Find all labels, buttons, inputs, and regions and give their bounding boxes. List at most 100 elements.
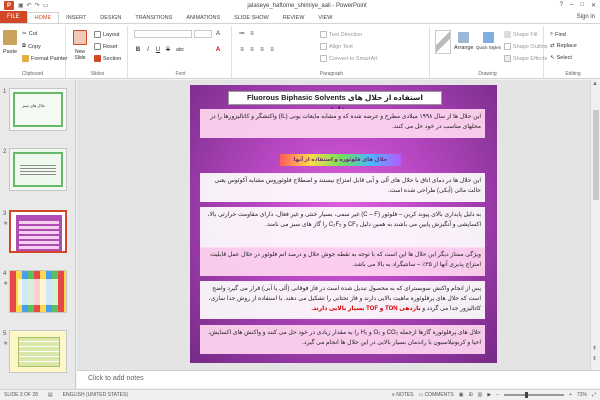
grow-font-icon[interactable]: A xyxy=(214,30,222,38)
rainbow-banner[interactable]: حلال های فلوئوره و استفاده از آنها xyxy=(280,154,401,166)
next-slide-icon[interactable]: ⇟ xyxy=(592,355,597,362)
editing-group-label: Editing xyxy=(565,71,581,77)
reading-view-icon[interactable]: ▥ xyxy=(478,392,483,398)
tab-slide-show[interactable]: SLIDE SHOW xyxy=(227,12,276,23)
find-button[interactable]: ⌕ Find xyxy=(550,31,566,38)
replace-button[interactable]: ⇄ Replace xyxy=(550,43,577,49)
tab-review[interactable]: REVIEW xyxy=(276,12,312,23)
align-text-button[interactable]: Align Text xyxy=(320,43,353,50)
slide-paragraph-5[interactable]: پس از انجام واکنش سوبسترای که به محصول ت… xyxy=(200,281,485,319)
tab-insert[interactable]: INSERT xyxy=(59,12,93,23)
slide-thumbnail-5[interactable] xyxy=(9,330,67,373)
sign-in-link[interactable]: Sign in xyxy=(577,14,600,20)
undo-icon[interactable]: ↶ xyxy=(27,2,32,9)
copy-button[interactable]: ⧉ Copy xyxy=(22,43,41,50)
zoom-level[interactable]: 73% xyxy=(577,392,587,398)
paragraph-group-label: Paragraph xyxy=(319,71,344,77)
vertical-scrollbar[interactable]: ▲ ⇞ ⇟ xyxy=(590,80,600,370)
cut-button[interactable]: ✂ Cut xyxy=(22,31,37,37)
shadow-button[interactable]: abc xyxy=(174,46,186,54)
slideshow-view-icon[interactable]: ▶ xyxy=(487,392,491,398)
status-right: ≡ NOTES ▭ COMMENTS ▣ ⊞ ▥ ▶ – + 73% ⤢ xyxy=(392,392,596,398)
align-right-icon[interactable]: ≡ xyxy=(258,46,266,54)
close-button[interactable]: ✕ xyxy=(591,2,596,9)
slide-thumbnail-4[interactable] xyxy=(9,270,67,313)
tab-animations[interactable]: ANIMATIONS xyxy=(179,12,227,23)
save-icon[interactable]: ▣ xyxy=(18,2,24,9)
shape-fill-button[interactable]: Shape Fill xyxy=(504,31,537,38)
slide-thumbnail-1[interactable]: حلال های سبز xyxy=(9,88,67,131)
spellcheck-icon[interactable]: ▤ xyxy=(48,392,53,398)
font-size-combobox[interactable] xyxy=(194,30,212,38)
section-button[interactable]: Section xyxy=(94,55,121,62)
new-slide-button[interactable]: New Slide xyxy=(71,30,89,61)
underline-button[interactable]: U xyxy=(154,46,162,54)
slide-paragraph-2[interactable]: این حلال ها در دمای اتاق با حلال های آلی… xyxy=(200,173,485,202)
tab-file[interactable]: FILE xyxy=(0,11,27,23)
cursor-icon: ↖ xyxy=(550,55,555,61)
tab-design[interactable]: DESIGN xyxy=(93,12,128,23)
thumbnail-number: 5 xyxy=(3,331,7,337)
zoom-in-icon[interactable]: + xyxy=(569,392,572,398)
fit-slide-icon[interactable]: ⤢ xyxy=(592,392,596,398)
bullets-icon[interactable]: ≔ xyxy=(238,30,246,38)
format-painter-button[interactable]: Format Painter xyxy=(22,55,67,62)
scrollbar-thumb[interactable] xyxy=(593,110,599,200)
zoom-out-icon[interactable]: – xyxy=(496,392,499,398)
scroll-up-icon[interactable]: ▲ xyxy=(592,81,598,87)
justify-icon[interactable]: ≡ xyxy=(268,46,276,54)
shape-effects-button[interactable]: Shape Effects xyxy=(504,55,547,62)
quick-styles-button[interactable]: Quick Styles xyxy=(476,32,501,50)
notes-button[interactable]: ≡ NOTES xyxy=(392,392,414,398)
numbering-icon[interactable]: ≡ xyxy=(248,30,256,38)
slide-thumbnail-panel[interactable]: 1 حلال های سبز 2 3 ★ 4 ★ 5 ★ xyxy=(0,80,76,389)
font-color-icon[interactable]: A xyxy=(214,46,222,54)
comments-button[interactable]: ▭ COMMENTS xyxy=(418,392,453,398)
paste-button[interactable]: Paste xyxy=(3,30,17,55)
minimize-button[interactable]: – xyxy=(570,2,573,9)
normal-view-icon[interactable]: ▣ xyxy=(459,392,464,398)
slide-title[interactable]: Fluorous Biphasic Solvents استفاده از حل… xyxy=(228,91,442,114)
title-bar: P ▣ ↶ ↷ ▭ jalaseye_haftome_shimiye_aali … xyxy=(0,0,600,11)
zoom-slider-knob[interactable] xyxy=(524,392,528,398)
status-bar: SLIDE 3 OF 28 ▤ ENGLISH (UNITED STATES) … xyxy=(0,389,600,400)
start-slideshow-icon[interactable]: ▭ xyxy=(43,2,49,9)
slide-paragraph-4[interactable]: ویژگی ممتاز دیگر این حلال ها این است که … xyxy=(200,247,485,276)
notes-button-label: NOTES xyxy=(396,392,414,398)
arrange-button[interactable]: Arrange xyxy=(454,32,474,51)
layout-button[interactable]: Layout xyxy=(94,31,120,38)
shape-fill-icon xyxy=(504,31,511,38)
shapes-gallery[interactable] xyxy=(435,30,451,54)
align-left-icon[interactable]: ≡ xyxy=(238,46,246,54)
select-button[interactable]: ↖ Select xyxy=(550,55,572,61)
reset-button[interactable]: Reset xyxy=(94,43,117,50)
text-direction-button[interactable]: Text Direction xyxy=(320,31,362,38)
help-button[interactable]: ? xyxy=(560,2,563,9)
slide-paragraph-3[interactable]: به دلیل پایداری بالای پیوند کربن – فلوئو… xyxy=(200,207,485,248)
zoom-slider[interactable] xyxy=(504,392,565,398)
previous-slide-icon[interactable]: ⇞ xyxy=(592,345,597,352)
slide-paragraph-1[interactable]: این حلال ها از سال ۱۹۹۸ میلادی مطرح و عر… xyxy=(200,109,485,138)
convert-to-smartart-button[interactable]: Convert to SmartArt xyxy=(320,55,378,62)
slide-sorter-icon[interactable]: ⊞ xyxy=(468,392,472,398)
font-name-combobox[interactable] xyxy=(134,30,192,38)
slide-canvas[interactable]: Fluorous Biphasic Solvents استفاده از حل… xyxy=(190,85,497,363)
align-center-icon[interactable]: ≡ xyxy=(248,46,256,54)
italic-button[interactable]: I xyxy=(144,46,152,54)
thumbnail-table xyxy=(18,337,60,367)
slide-thumbnail-2[interactable] xyxy=(9,148,67,191)
slide-paragraph-6[interactable]: حلال های پرفلوئوره گازها ازجمله CO₂ و O₂… xyxy=(200,325,485,354)
redo-icon[interactable]: ↷ xyxy=(35,2,40,9)
shape-outline-button[interactable]: Shape Outline xyxy=(504,43,548,50)
language-indicator[interactable]: ENGLISH (UNITED STATES) xyxy=(63,392,128,398)
slide-thumbnail-3[interactable] xyxy=(9,210,67,253)
bold-button[interactable]: B xyxy=(134,46,142,54)
strikethrough-button[interactable]: S xyxy=(164,46,172,54)
tab-transitions[interactable]: TRANSITIONS xyxy=(128,12,179,23)
tab-home[interactable]: HOME xyxy=(26,12,60,23)
thumbnail-text-lines xyxy=(20,163,56,175)
tab-view[interactable]: VIEW xyxy=(311,12,339,23)
clipboard-group: Paste ✂ Cut ⧉ Copy Format Painter Clipboar… xyxy=(0,26,67,78)
notes-pane[interactable]: Click to add notes xyxy=(77,370,600,388)
maximize-button[interactable]: □ xyxy=(580,2,584,9)
